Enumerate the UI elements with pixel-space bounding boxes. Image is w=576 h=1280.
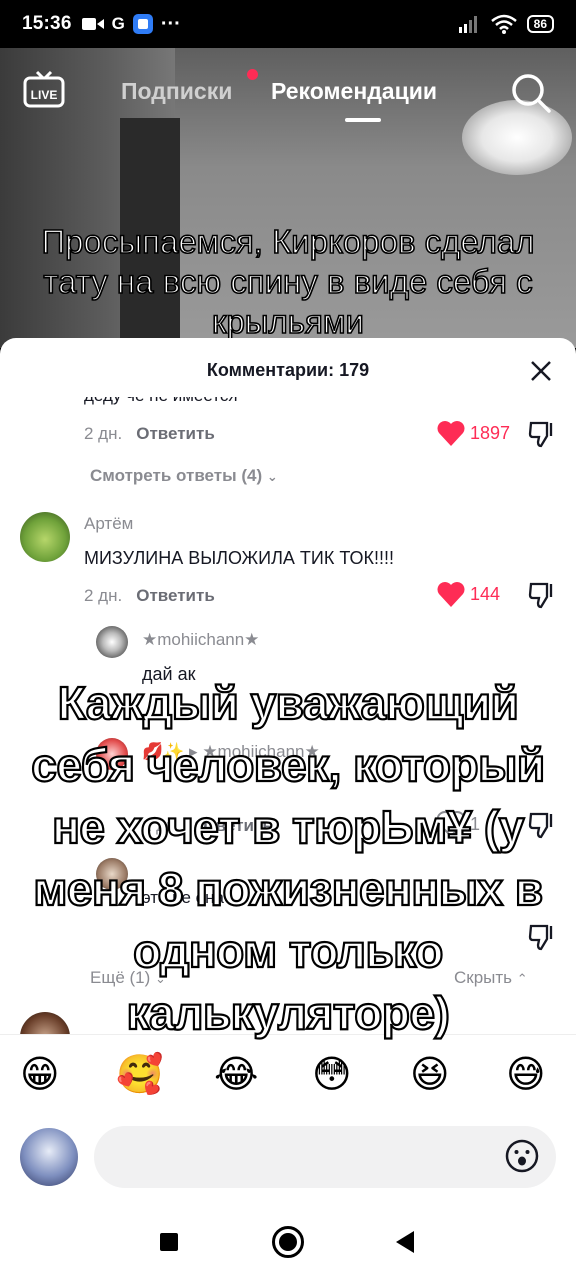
- active-tab-indicator: [345, 118, 381, 122]
- status-right-icons: 86: [457, 14, 554, 34]
- comments-title: Комментарии: 179: [206, 360, 370, 380]
- reply-button[interactable]: Ответить: [136, 586, 215, 605]
- top-nav: LIVE Подписки Рекомендации: [0, 60, 576, 124]
- comment-time: 2 дн.: [84, 586, 123, 605]
- live-icon[interactable]: LIVE: [22, 70, 66, 110]
- video-call-icon: [81, 18, 104, 30]
- my-avatar: [20, 1128, 78, 1186]
- home-icon[interactable]: [272, 1226, 304, 1258]
- tab-subscriptions[interactable]: Подписки: [121, 78, 232, 105]
- view-replies-button[interactable]: Смотреть ответы (4) ⌄: [90, 466, 278, 486]
- comment-time: 2 дн.: [84, 424, 123, 443]
- system-nav-bar: [0, 1205, 576, 1280]
- avatar[interactable]: [96, 626, 128, 658]
- status-bar: 15:36 G ··· 86: [0, 0, 576, 48]
- emoji-button[interactable]: 😂: [214, 1053, 258, 1097]
- dislike-icon[interactable]: [527, 580, 557, 610]
- comment-text: МИЗУЛИНА ВЫЛОЖИЛА ТИК ТОК!!!!: [84, 548, 395, 568]
- back-icon[interactable]: [396, 1231, 414, 1253]
- signal-icon: [458, 16, 477, 33]
- recent-apps-icon[interactable]: [160, 1233, 178, 1251]
- close-icon[interactable]: [526, 356, 556, 386]
- overlay-caption: Каждый уважающий себя человек, который н…: [30, 676, 546, 1040]
- emoji-quick-bar: 😁 🥰 😂 😳 😆 😅: [0, 1034, 576, 1124]
- emoji-button[interactable]: 😅: [506, 1053, 546, 1097]
- heart-icon: [437, 421, 465, 446]
- live-label: LIVE: [31, 88, 58, 102]
- tab-recommendations[interactable]: Рекомендации: [271, 78, 437, 105]
- notification-dot: [247, 69, 258, 80]
- comments-header: Комментарии: 179: [0, 338, 576, 402]
- emoji-button[interactable]: 😁: [20, 1053, 60, 1097]
- comment-username[interactable]: Артём: [84, 514, 133, 534]
- chevron-down-icon: ⌄: [266, 469, 278, 484]
- avatar[interactable]: [20, 512, 70, 562]
- like-button[interactable]: 1897: [436, 419, 510, 447]
- video-caption: Просыпаемся, Киркоров сделал тату на всю…: [41, 222, 536, 341]
- reply-username[interactable]: ★mohiichann★: [142, 630, 259, 650]
- view-replies-label: Смотреть ответы (4): [90, 466, 263, 485]
- more-dots-icon: ···: [160, 12, 181, 35]
- comment-meta: 2 дн. Ответить: [84, 586, 215, 606]
- comment-meta: 2 дн. Ответить: [84, 424, 215, 444]
- search-icon[interactable]: [510, 72, 552, 114]
- heart-icon: [437, 582, 465, 607]
- emoji-button[interactable]: 😆: [410, 1053, 450, 1097]
- status-left-icons: G ···: [81, 12, 181, 36]
- battery-indicator: 86: [526, 15, 554, 33]
- wifi-icon: [490, 14, 517, 34]
- google-icon: G: [111, 14, 125, 33]
- like-count: 144: [470, 583, 501, 604]
- like-count: 1897: [470, 422, 511, 443]
- comment-input[interactable]: [94, 1126, 556, 1188]
- reply-button[interactable]: Ответить: [136, 424, 215, 443]
- emoji-button[interactable]: 🥰: [116, 1053, 163, 1097]
- emoji-picker-icon[interactable]: [504, 1138, 540, 1174]
- emoji-button[interactable]: 😳: [312, 1053, 352, 1097]
- like-button[interactable]: 144: [436, 580, 500, 608]
- comment-input-row: [0, 1118, 576, 1208]
- app-icon: [132, 14, 153, 34]
- dislike-icon[interactable]: [527, 419, 557, 449]
- status-time: 15:36: [22, 13, 72, 34]
